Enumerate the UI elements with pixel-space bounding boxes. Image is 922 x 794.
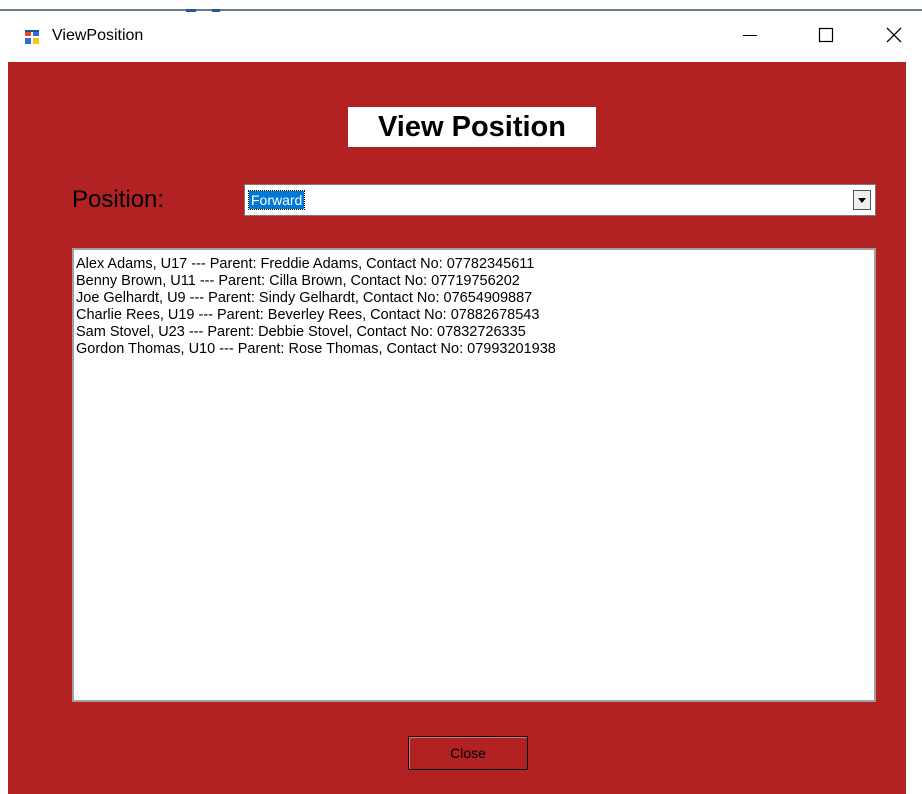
window-title: ViewPosition — [52, 27, 144, 44]
position-selected-value: Forward — [247, 190, 306, 210]
list-item[interactable]: Gordon Thomas, U10 --- Parent: Rose Thom… — [76, 341, 872, 358]
close-window-button[interactable] — [866, 12, 922, 62]
background-window-edge — [0, 0, 922, 12]
chevron-down-icon — [857, 191, 867, 209]
view-position-window: ViewPosition View Position Position: For… — [0, 0, 922, 794]
position-label: Position: — [72, 186, 165, 213]
minimize-icon — [743, 28, 757, 47]
list-item[interactable]: Charlie Rees, U19 --- Parent: Beverley R… — [76, 307, 872, 324]
form-client-area: View Position Position: Forward Alex Ada… — [8, 62, 906, 794]
title-bar[interactable]: ViewPosition — [0, 12, 922, 62]
maximize-button[interactable] — [798, 12, 854, 62]
list-item[interactable]: Alex Adams, U17 --- Parent: Freddie Adam… — [76, 256, 872, 273]
list-item[interactable]: Joe Gelhardt, U9 --- Parent: Sindy Gelha… — [76, 290, 872, 307]
maximize-icon — [818, 27, 834, 48]
minimize-button[interactable] — [722, 12, 778, 62]
players-listbox[interactable]: Alex Adams, U17 --- Parent: Freddie Adam… — [72, 248, 876, 702]
dropdown-button[interactable] — [853, 190, 871, 210]
windows-form-icon — [24, 29, 40, 45]
close-button[interactable]: Close — [408, 736, 528, 770]
page-title: View Position — [348, 107, 596, 147]
list-item[interactable]: Sam Stovel, U23 --- Parent: Debbie Stove… — [76, 324, 872, 341]
position-dropdown[interactable]: Forward — [244, 184, 876, 216]
list-item[interactable]: Benny Brown, U11 --- Parent: Cilla Brown… — [76, 273, 872, 290]
close-icon — [886, 27, 902, 48]
